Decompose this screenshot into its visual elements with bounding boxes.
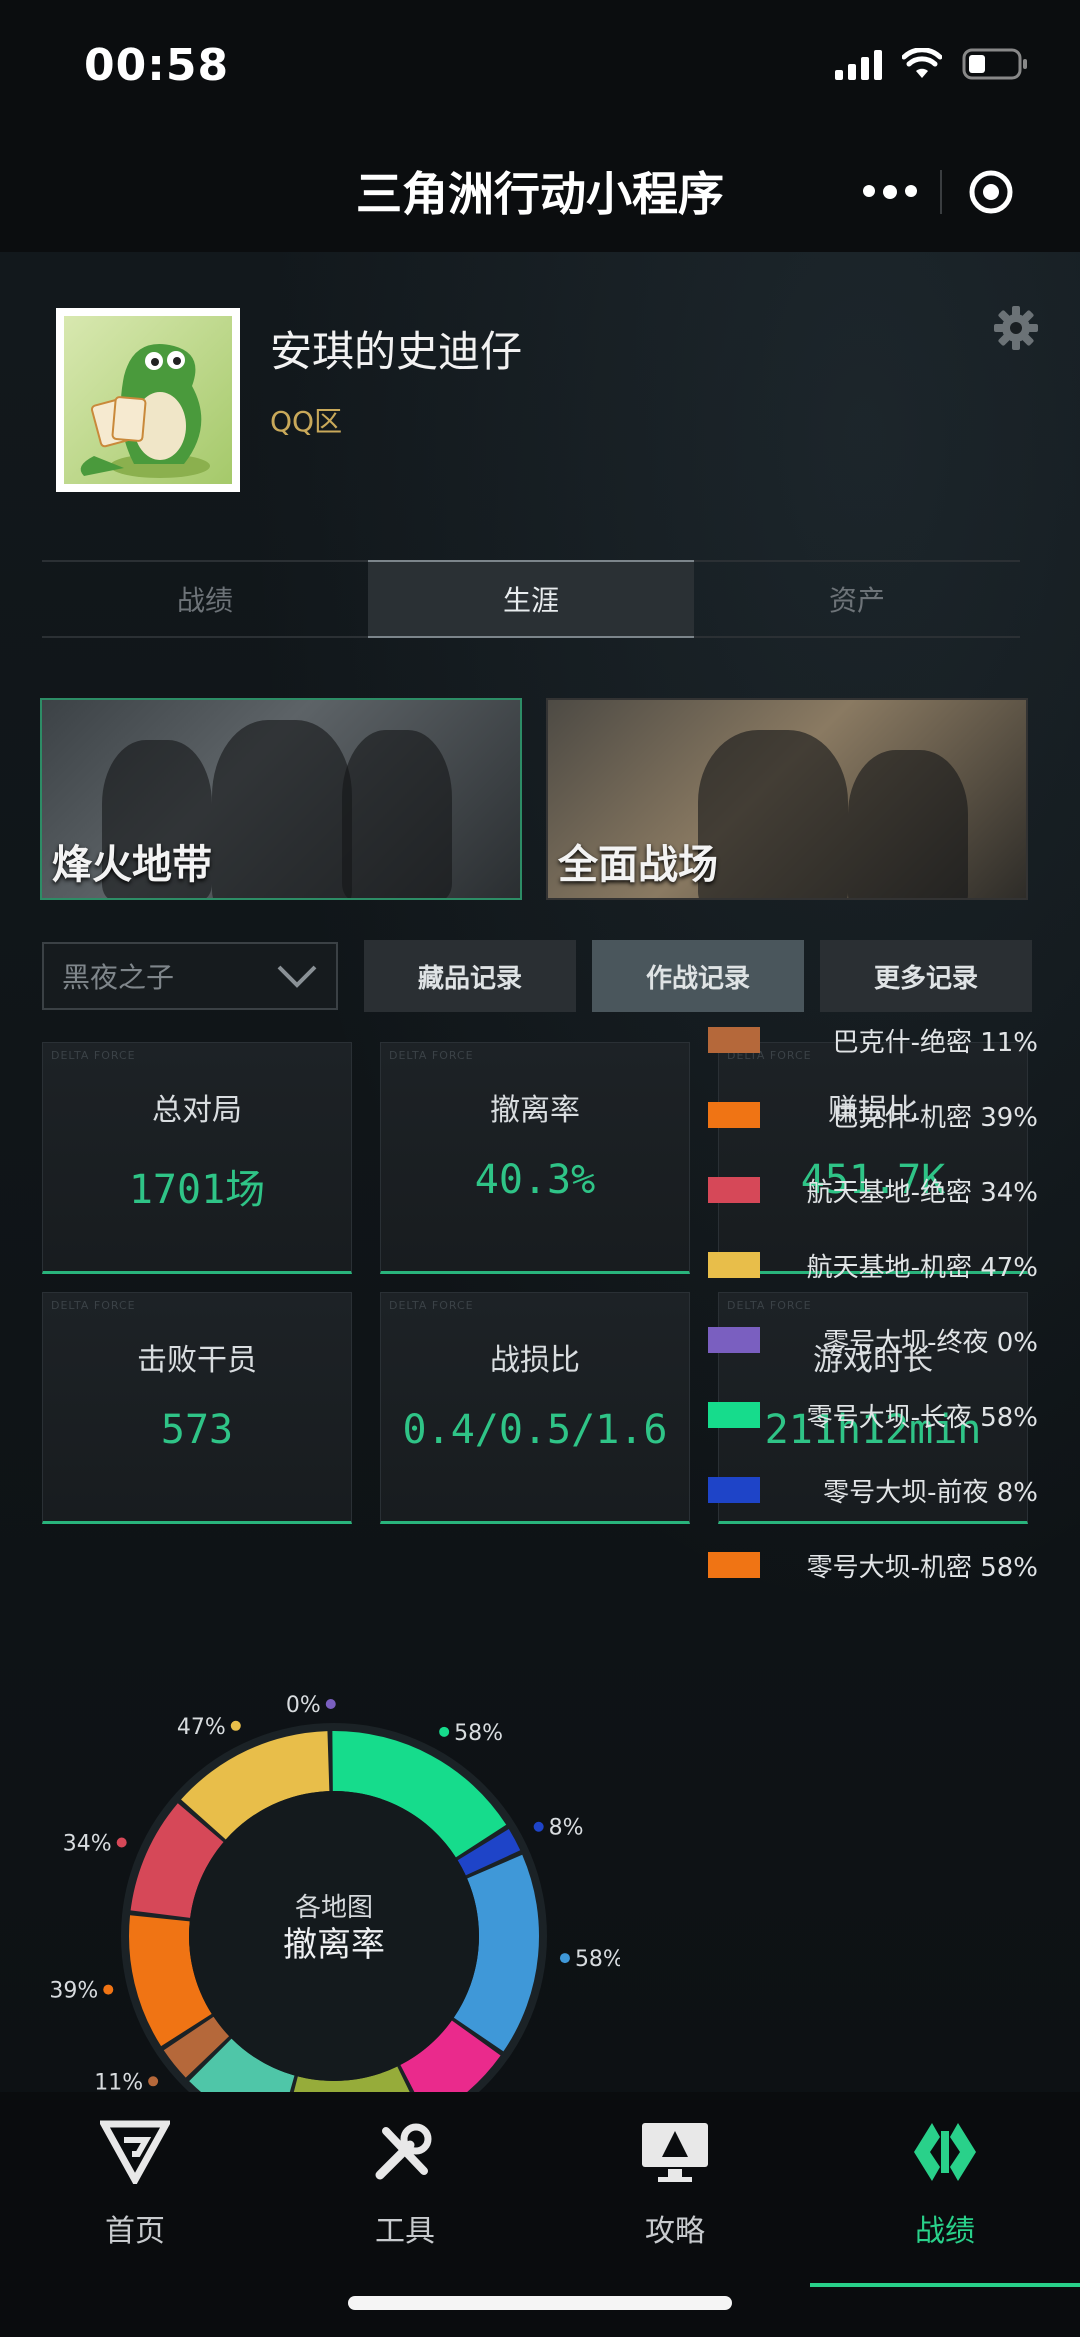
legend-swatch bbox=[708, 1477, 760, 1503]
legend-label: 巴克什-机密 39% bbox=[832, 1102, 1038, 1133]
legend-item: 巴克什-绝密 11% bbox=[708, 1020, 1038, 1060]
nav-label: 战绩 bbox=[915, 2214, 975, 2249]
slice-label-dot bbox=[230, 1720, 241, 1731]
stat-watermark: DELTA FORCE bbox=[389, 1299, 474, 1312]
slice-label-dot bbox=[116, 1837, 127, 1848]
chart-center-line1: 各地图 bbox=[295, 1893, 373, 1923]
stat-watermark: DELTA FORCE bbox=[389, 1049, 474, 1062]
miniprogram-capsule bbox=[840, 152, 1040, 232]
tab-career[interactable]: 生涯 bbox=[368, 560, 694, 638]
stat-value: 573 bbox=[160, 1407, 234, 1453]
stat-label: 击败干员 bbox=[137, 1343, 257, 1378]
stat-label: 战损比 bbox=[490, 1343, 580, 1378]
battery-icon bbox=[962, 48, 1028, 80]
legend-swatch bbox=[708, 1252, 760, 1278]
close-target-icon[interactable] bbox=[942, 168, 1040, 216]
tab-assets[interactable]: 资产 bbox=[694, 562, 1020, 636]
stat-value: 0.4/0.5/1.6 bbox=[402, 1407, 668, 1453]
region-label: QQ区 bbox=[270, 405, 343, 438]
home-indicator bbox=[348, 2296, 732, 2310]
slice-label-dot bbox=[103, 1984, 114, 1995]
legend-item: 零号大坝-前夜 8% bbox=[708, 1470, 1038, 1510]
nav-label: 攻略 bbox=[645, 2214, 705, 2249]
stat-watermark: DELTA FORCE bbox=[51, 1049, 136, 1062]
legend-label: 零号大坝-长夜 58% bbox=[806, 1402, 1038, 1433]
legend-swatch bbox=[708, 1027, 760, 1053]
legend-item: 巴克什-机密 39% bbox=[708, 1095, 1038, 1135]
slice-value-label: 58% bbox=[575, 1947, 620, 1972]
career-tabs: 战绩 生涯 资产 bbox=[42, 560, 1020, 638]
season-select-value: 黑夜之子 bbox=[62, 961, 175, 994]
stat-card: DELTA FORCE 撤离率 40.3% bbox=[380, 1042, 690, 1274]
avatar-image bbox=[64, 316, 232, 484]
legend-label: 航天基地-机密 47% bbox=[806, 1252, 1038, 1283]
legend-swatch bbox=[708, 1552, 760, 1578]
top-bar: 00:58 三角洲行动小程序 bbox=[0, 0, 1080, 252]
slice-value-label: 39% bbox=[49, 1979, 98, 2004]
mode-label: 烽火地带 bbox=[52, 842, 212, 888]
stat-value: 40.3% bbox=[474, 1157, 596, 1203]
legend-item: 零号大坝-长夜 58% bbox=[708, 1395, 1038, 1435]
stats-logo-icon bbox=[910, 2112, 980, 2192]
legend-item: 零号大坝-终夜 0% bbox=[708, 1320, 1038, 1360]
stat-label: 撤离率 bbox=[490, 1093, 580, 1128]
slice-value-label: 0% bbox=[286, 1693, 321, 1718]
slice-label-dot bbox=[148, 2076, 159, 2087]
legend-label: 航天基地-绝密 34% bbox=[806, 1177, 1038, 1208]
signal-icon bbox=[835, 48, 882, 80]
delta-logo-icon bbox=[100, 2112, 170, 2192]
slice-label-dot bbox=[325, 1699, 336, 1710]
slice-value-label: 8% bbox=[549, 1816, 584, 1841]
stat-card: DELTA FORCE 总对局 1701场 bbox=[42, 1042, 352, 1274]
legend-swatch bbox=[708, 1177, 760, 1203]
legend-label: 巴克什-绝密 11% bbox=[832, 1027, 1038, 1058]
status-icons bbox=[835, 48, 1028, 80]
nav-label: 首页 bbox=[105, 2214, 165, 2249]
season-select[interactable]: 黑夜之子 bbox=[42, 942, 338, 1010]
legend-swatch bbox=[708, 1327, 760, 1353]
legend-item: 零号大坝-机密 58% bbox=[708, 1545, 1038, 1585]
legend-label: 零号大坝-前夜 8% bbox=[823, 1477, 1038, 1508]
avatar[interactable] bbox=[56, 308, 240, 492]
nav-stats[interactable]: 战绩 bbox=[810, 2092, 1080, 2337]
slice-value-label: 58% bbox=[454, 1721, 503, 1746]
stat-card: DELTA FORCE 战损比 0.4/0.5/1.6 bbox=[380, 1292, 690, 1524]
slice-value-label: 47% bbox=[177, 1715, 226, 1740]
legend-item: 航天基地-机密 47% bbox=[708, 1245, 1038, 1285]
legend-swatch bbox=[708, 1402, 760, 1428]
stat-value: 1701场 bbox=[128, 1167, 266, 1213]
stat-card: DELTA FORCE 击败干员 573 bbox=[42, 1292, 352, 1524]
nav-home[interactable]: 首页 bbox=[0, 2092, 270, 2337]
slice-label-dot bbox=[533, 1821, 544, 1832]
mode-card-warfare[interactable]: 全面战场 bbox=[546, 698, 1028, 900]
legend-swatch bbox=[708, 1102, 760, 1128]
legend-label: 零号大坝-终夜 0% bbox=[823, 1327, 1038, 1358]
stat-watermark: DELTA FORCE bbox=[727, 1299, 812, 1312]
more-record-button[interactable]: 更多记录 bbox=[820, 940, 1032, 1012]
slice-label-dot bbox=[439, 1726, 450, 1737]
username: 安琪的史迪仔 bbox=[270, 327, 523, 376]
nav-label: 工具 bbox=[375, 2214, 435, 2249]
legend-item: 航天基地-绝密 34% bbox=[708, 1170, 1038, 1210]
slice-value-label: 34% bbox=[63, 1831, 112, 1856]
mode-card-hazard-zone[interactable]: 烽火地带 bbox=[40, 698, 522, 900]
legend-label: 零号大坝-机密 58% bbox=[806, 1552, 1038, 1583]
slice-label-dot bbox=[559, 1953, 570, 1964]
settings-gear-icon[interactable] bbox=[992, 304, 1040, 356]
wifi-icon bbox=[902, 48, 942, 80]
status-time: 00:58 bbox=[84, 40, 230, 91]
battle-record-button[interactable]: 作战记录 bbox=[592, 940, 804, 1012]
chevron-down-icon bbox=[276, 962, 318, 997]
stat-watermark: DELTA FORCE bbox=[51, 1299, 136, 1312]
collection-record-button[interactable]: 藏品记录 bbox=[364, 940, 576, 1012]
more-options-icon[interactable] bbox=[840, 185, 940, 199]
wrench-icon bbox=[370, 2112, 440, 2192]
stat-card: DELTA FORCE 赚损比 451.7K bbox=[718, 1042, 1028, 1274]
mode-label: 全面战场 bbox=[558, 842, 718, 888]
chart-center-line2: 撤离率 bbox=[283, 1925, 385, 1965]
monitor-guide-icon bbox=[638, 2112, 712, 2192]
tab-record[interactable]: 战绩 bbox=[42, 562, 368, 636]
stat-label: 总对局 bbox=[152, 1093, 242, 1128]
